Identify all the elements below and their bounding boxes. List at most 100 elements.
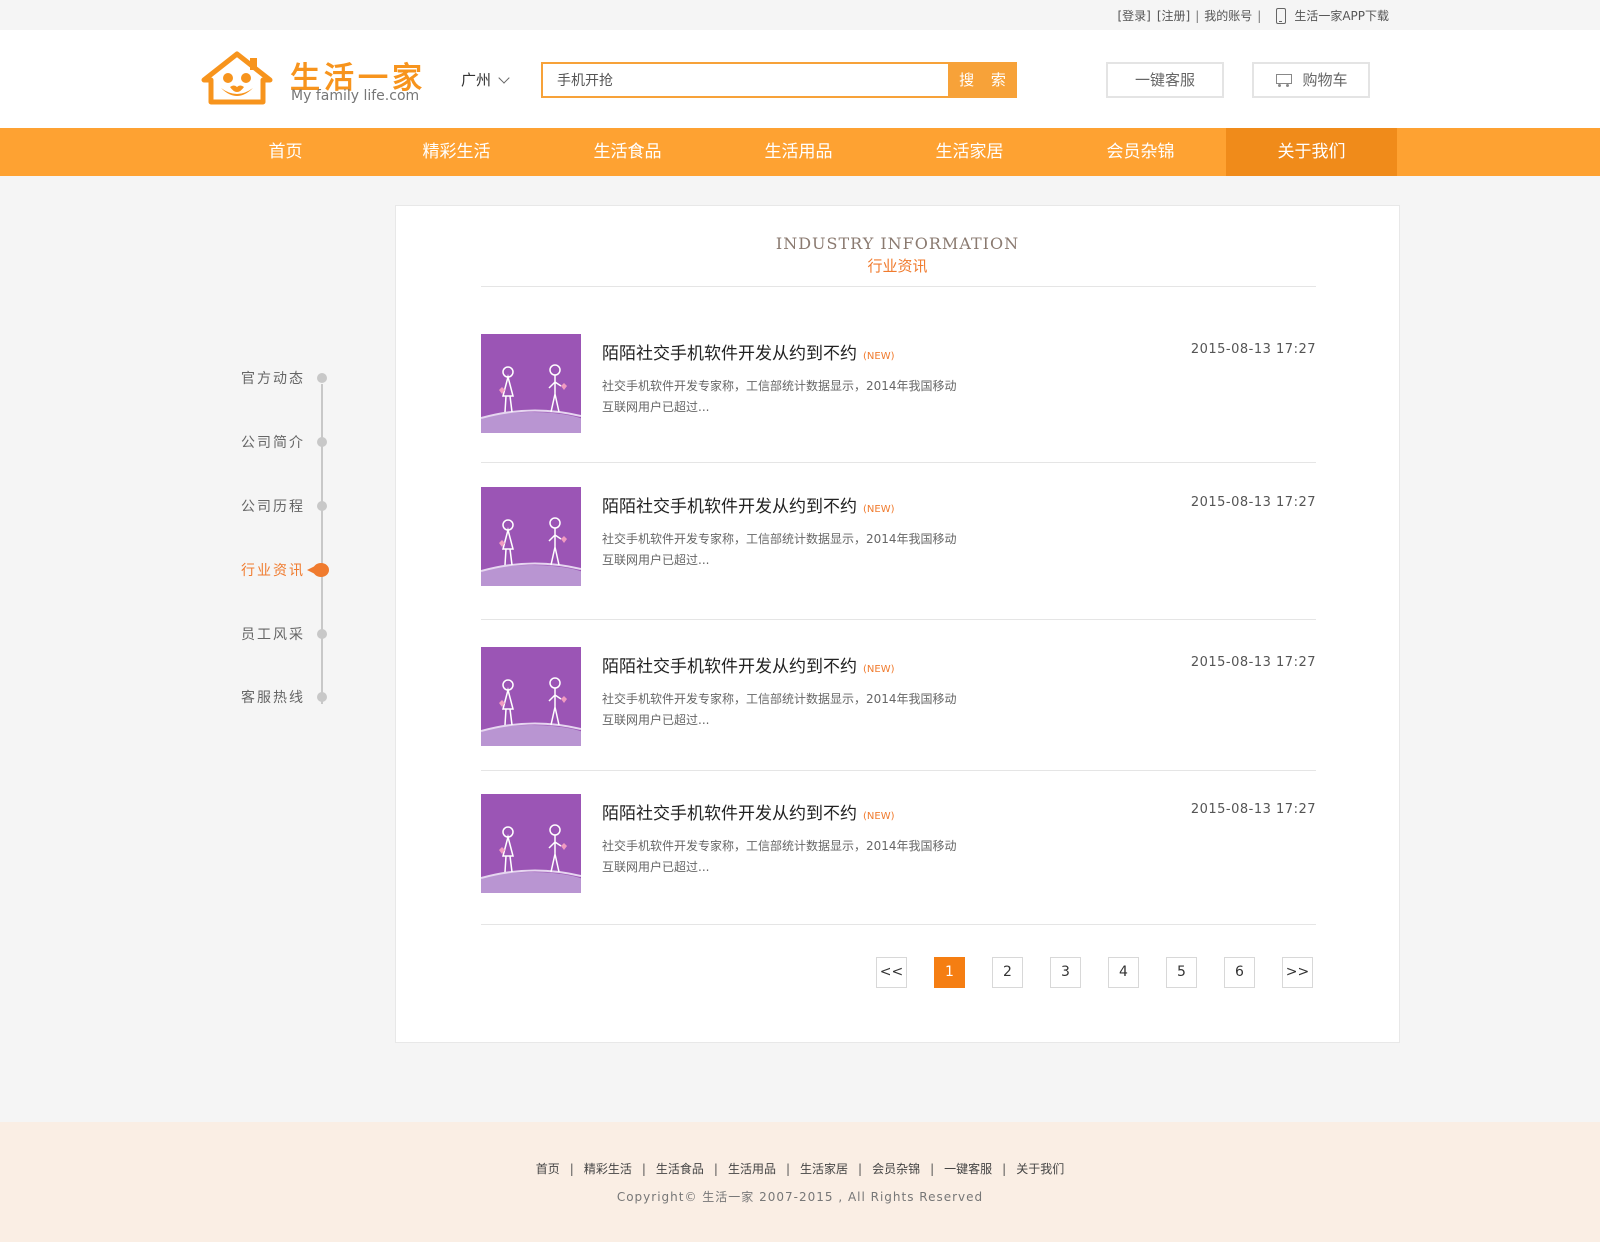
search-button[interactable]: 搜 索 bbox=[948, 62, 1017, 98]
timeline-dot bbox=[317, 437, 327, 447]
separator: | bbox=[1257, 8, 1262, 23]
top-links: [登录] [注册] | 我的账号 | 生活一家APP下载 bbox=[1117, 7, 1389, 24]
footer-link-service[interactable]: 一键客服 bbox=[944, 1162, 992, 1176]
nav-item-about[interactable]: 关于我们 bbox=[1226, 128, 1397, 176]
news-title[interactable]: 陌陌社交手机软件开发从约到不约 (NEW) bbox=[602, 339, 895, 364]
account-link[interactable]: 我的账号 bbox=[1204, 7, 1252, 24]
footer: 首页 | 精彩生活 | 生活食品 | 生活用品 | 生活家居 | 会员杂锦 | 一键客服 | 关于我们 Co… bbox=[0, 1122, 1600, 1242]
divider bbox=[481, 770, 1316, 771]
section-heading: INDUSTRY INFORMATION 行业资讯 bbox=[396, 234, 1399, 276]
next-page-button[interactable]: >> bbox=[1282, 957, 1313, 988]
sidebar-item-hotline[interactable]: 客服热线 bbox=[236, 687, 336, 711]
page-button-6[interactable]: 6 bbox=[1224, 957, 1255, 988]
news-title[interactable]: 陌陌社交手机软件开发从约到不约 (NEW) bbox=[602, 492, 895, 517]
app-download-link[interactable]: 生活一家APP下载 bbox=[1294, 7, 1389, 24]
nav-item-home[interactable]: 首页 bbox=[200, 128, 371, 176]
sidebar-item-label: 行业资讯 bbox=[241, 563, 305, 579]
nav-item-life[interactable]: 精彩生活 bbox=[371, 128, 542, 176]
divider bbox=[481, 286, 1316, 287]
footer-link-about[interactable]: 关于我们 bbox=[1016, 1162, 1064, 1176]
news-title[interactable]: 陌陌社交手机软件开发从约到不约 (NEW) bbox=[602, 799, 895, 824]
sidebar-item-industry[interactable]: 行业资讯 bbox=[236, 560, 336, 584]
sidebar-item-label: 员工风采 bbox=[241, 627, 305, 643]
page-button-4[interactable]: 4 bbox=[1108, 957, 1139, 988]
footer-link-home[interactable]: 首页 bbox=[536, 1162, 560, 1176]
news-summary: 社交手机软件开发专家称，工信部统计数据显示，2014年我国移动互联网用户已超过.… bbox=[602, 839, 957, 874]
separator: | bbox=[858, 1162, 863, 1176]
main-nav: 首页 精彩生活 生活食品 生活用品 生活家居 会员杂锦 关于我们 bbox=[0, 128, 1600, 176]
news-title-text: 陌陌社交手机软件开发从约到不约 bbox=[602, 657, 857, 677]
register-link[interactable]: [注册] bbox=[1157, 7, 1190, 24]
couple-illustration-icon bbox=[481, 364, 581, 433]
new-badge: (NEW) bbox=[863, 351, 895, 362]
separator: | bbox=[930, 1162, 935, 1176]
search-input[interactable] bbox=[541, 62, 949, 98]
customer-service-button[interactable]: 一键客服 bbox=[1106, 62, 1224, 98]
separator: | bbox=[1002, 1162, 1007, 1176]
page-button-3[interactable]: 3 bbox=[1050, 957, 1081, 988]
nav-item-member[interactable]: 会员杂锦 bbox=[1055, 128, 1226, 176]
logo[interactable]: 生活一家 My family life.com bbox=[200, 50, 422, 110]
prev-page-button[interactable]: << bbox=[876, 957, 907, 988]
city-selector[interactable]: 广州 bbox=[461, 69, 510, 90]
logo-subtitle: My family life.com bbox=[291, 88, 420, 104]
page-button-1[interactable]: 1 bbox=[934, 957, 965, 988]
separator: | bbox=[641, 1162, 646, 1176]
new-badge: (NEW) bbox=[863, 811, 895, 822]
timeline-dot bbox=[317, 501, 327, 511]
separator: | bbox=[713, 1162, 718, 1176]
section-title-cn: 行业资讯 bbox=[867, 257, 928, 275]
top-bar: [登录] [注册] | 我的账号 | 生活一家APP下载 bbox=[0, 0, 1600, 30]
separator: | bbox=[569, 1162, 574, 1176]
nav-item-home-living[interactable]: 生活家居 bbox=[884, 128, 1055, 176]
sidebar-item-label: 官方动态 bbox=[241, 371, 305, 387]
new-badge: (NEW) bbox=[863, 504, 895, 515]
news-date: 2015-08-13 17:27 bbox=[1190, 342, 1316, 357]
news-title-text: 陌陌社交手机软件开发从约到不约 bbox=[602, 344, 857, 364]
cart-button[interactable]: 购物车 bbox=[1252, 62, 1370, 98]
news-thumbnail[interactable] bbox=[481, 794, 581, 893]
news-thumbnail[interactable] bbox=[481, 334, 581, 433]
timeline-dot bbox=[317, 692, 327, 702]
nav-item-goods[interactable]: 生活用品 bbox=[713, 128, 884, 176]
sidebar-item-label: 客服热线 bbox=[241, 690, 305, 706]
news-thumbnail[interactable] bbox=[481, 647, 581, 746]
chevron-down-icon bbox=[498, 71, 510, 84]
cart-icon bbox=[1274, 73, 1293, 87]
news-summary: 社交手机软件开发专家称，工信部统计数据显示，2014年我国移动互联网用户已超过.… bbox=[602, 532, 957, 567]
pagination: << 1 2 3 4 5 6 >> bbox=[876, 957, 1313, 988]
cart-label: 购物车 bbox=[1302, 71, 1348, 89]
sidebar-item-profile[interactable]: 公司简介 bbox=[236, 432, 336, 456]
news-thumbnail[interactable] bbox=[481, 487, 581, 586]
page-button-2[interactable]: 2 bbox=[992, 957, 1023, 988]
sidebar-item-history[interactable]: 公司历程 bbox=[236, 496, 336, 520]
footer-link-goods[interactable]: 生活用品 bbox=[728, 1162, 776, 1176]
phone-icon bbox=[1276, 7, 1287, 24]
divider bbox=[481, 619, 1316, 620]
city-label: 广州 bbox=[461, 71, 492, 89]
news-date: 2015-08-13 17:27 bbox=[1190, 495, 1316, 510]
footer-link-member[interactable]: 会员杂锦 bbox=[872, 1162, 920, 1176]
login-link[interactable]: [登录] bbox=[1117, 7, 1150, 24]
new-badge: (NEW) bbox=[863, 664, 895, 675]
timeline-active-marker bbox=[307, 563, 329, 577]
page-button-5[interactable]: 5 bbox=[1166, 957, 1197, 988]
footer-links: 首页 | 精彩生活 | 生活食品 | 生活用品 | 生活家居 | 会员杂锦 | 一键客服 | 关于我们 bbox=[0, 1160, 1600, 1177]
news-title-text: 陌陌社交手机软件开发从约到不约 bbox=[602, 804, 857, 824]
footer-link-life[interactable]: 精彩生活 bbox=[584, 1162, 632, 1176]
news-title[interactable]: 陌陌社交手机软件开发从约到不约 (NEW) bbox=[602, 652, 895, 677]
nav-item-food[interactable]: 生活食品 bbox=[542, 128, 713, 176]
sidebar: 官方动态 公司简介 公司历程 行业资讯 员工风采 客服热线 bbox=[236, 368, 336, 708]
footer-link-food[interactable]: 生活食品 bbox=[656, 1162, 704, 1176]
couple-illustration-icon bbox=[481, 677, 581, 746]
news-date: 2015-08-13 17:27 bbox=[1190, 802, 1316, 817]
sidebar-item-staff[interactable]: 员工风采 bbox=[236, 624, 336, 648]
news-summary: 社交手机软件开发专家称，工信部统计数据显示，2014年我国移动互联网用户已超过.… bbox=[602, 692, 957, 727]
divider bbox=[481, 462, 1316, 463]
sidebar-item-label: 公司历程 bbox=[241, 499, 305, 515]
footer-link-home-living[interactable]: 生活家居 bbox=[800, 1162, 848, 1176]
news-date: 2015-08-13 17:27 bbox=[1190, 655, 1316, 670]
sidebar-item-news[interactable]: 官方动态 bbox=[236, 368, 336, 392]
divider bbox=[481, 924, 1316, 925]
separator: | bbox=[785, 1162, 791, 1176]
